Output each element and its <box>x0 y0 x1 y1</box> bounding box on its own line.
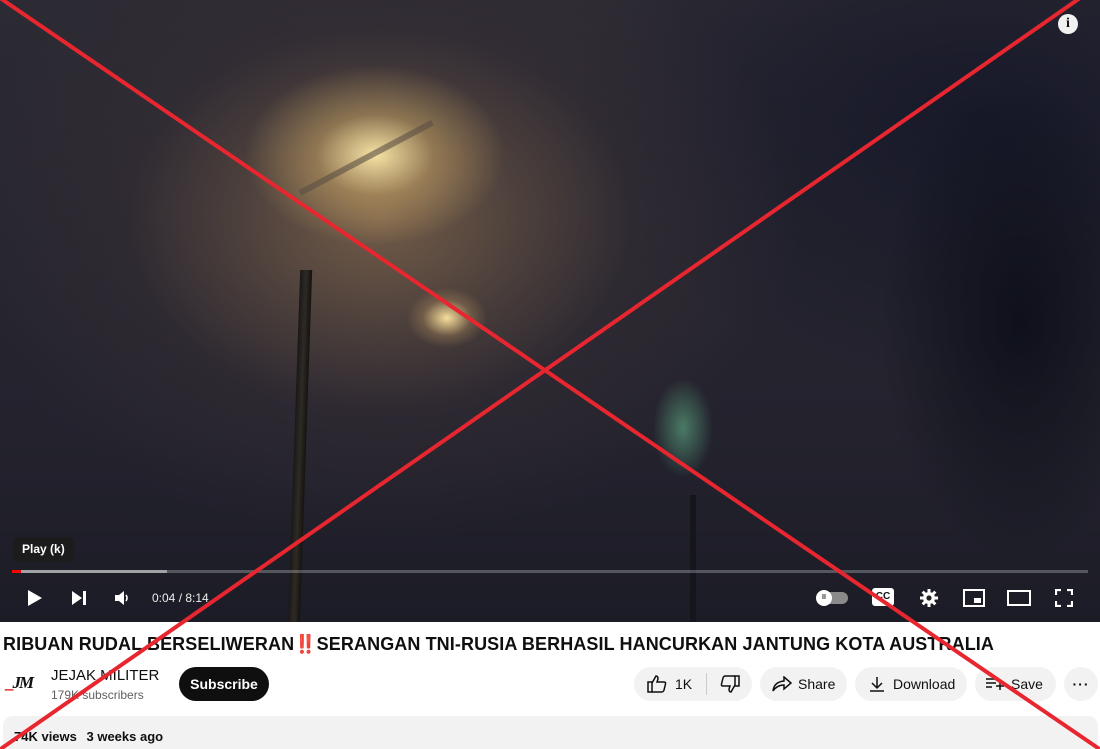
channel-logo-text: JM <box>12 673 35 692</box>
save-label: Save <box>1011 676 1043 692</box>
next-icon <box>72 591 86 605</box>
time-display: 0:04 / 8:14 <box>152 591 209 605</box>
player-controls: 0:04 / 8:14 II CC <box>0 578 1100 618</box>
save-playlist-icon <box>986 678 1004 690</box>
dislike-button[interactable] <box>707 667 752 701</box>
like-button[interactable]: 1K <box>634 667 692 701</box>
video-player[interactable]: i Play (k) 0:04 / 8:14 II CC <box>0 0 1100 622</box>
subscribe-button[interactable]: Subscribe <box>179 667 269 701</box>
video-frame-foliage <box>820 80 1100 560</box>
save-button[interactable]: Save <box>975 667 1056 701</box>
like-count: 1K <box>675 676 693 692</box>
thumbs-up-icon <box>647 675 667 693</box>
miniplayer-icon <box>963 589 985 607</box>
subscriber-count: 179K subscribers <box>51 688 144 702</box>
volume-icon <box>115 591 128 605</box>
settings-button[interactable] <box>918 586 940 610</box>
view-count: 74K views <box>14 729 77 744</box>
thumbs-down-icon <box>720 675 740 693</box>
channel-name[interactable]: JEJAK MILITER <box>51 667 159 684</box>
play-icon <box>28 590 42 606</box>
share-label: Share <box>798 676 836 692</box>
autoplay-toggle-icon: II <box>816 590 832 606</box>
settings-gear-icon <box>920 589 938 607</box>
info-card-icon[interactable]: i <box>1058 14 1078 34</box>
video-frame-streetlight-arm <box>298 119 434 196</box>
play-button[interactable] <box>24 586 46 610</box>
channel-avatar[interactable]: _JM <box>6 673 38 697</box>
more-dots-icon: ··· <box>1072 676 1090 692</box>
miniplayer-button[interactable] <box>962 586 986 610</box>
share-arrow-icon <box>772 676 792 692</box>
description-stats: 74K views 3 weeks ago <box>14 729 169 744</box>
video-title: RIBUAN RUDAL BERSELIWERAN‼️SERANGAN TNI-… <box>3 634 995 654</box>
theater-mode-icon <box>1007 590 1031 606</box>
more-actions-button[interactable]: ··· <box>1064 667 1098 701</box>
download-button[interactable]: Download <box>855 667 967 701</box>
upload-age: 3 weeks ago <box>86 729 164 744</box>
volume-button[interactable] <box>112 586 134 610</box>
next-button[interactable] <box>68 586 90 610</box>
play-tooltip: Play (k) <box>13 537 74 562</box>
like-dislike-group: 1K <box>634 667 752 701</box>
download-icon <box>870 677 884 692</box>
share-button[interactable]: Share <box>760 667 847 701</box>
fullscreen-icon <box>1055 589 1073 607</box>
subtitles-button[interactable]: CC <box>872 588 894 606</box>
progress-played <box>12 570 21 573</box>
theater-mode-button[interactable] <box>1007 586 1031 610</box>
progress-loaded <box>12 570 167 573</box>
fullscreen-button[interactable] <box>1053 586 1075 610</box>
autoplay-toggle[interactable]: II <box>816 590 848 606</box>
progress-bar[interactable] <box>12 570 1088 573</box>
description-box[interactable]: 74K views 3 weeks ago <box>3 716 1098 749</box>
download-label: Download <box>893 676 956 692</box>
